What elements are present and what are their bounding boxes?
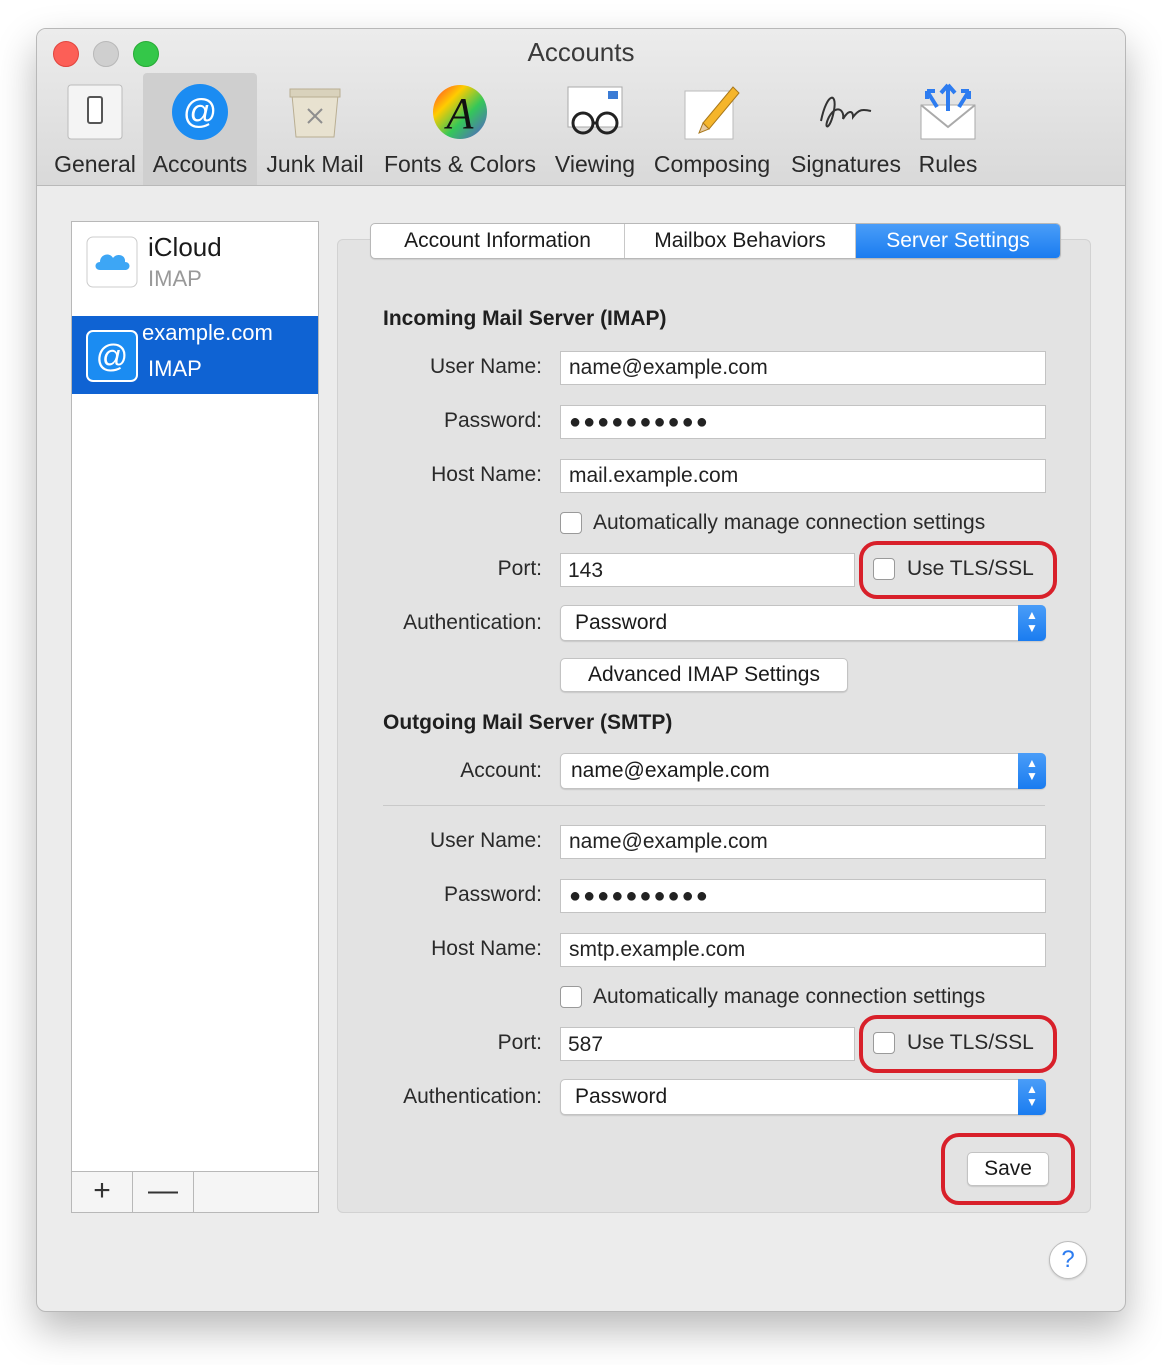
envelope-arrows-icon [917,81,979,143]
outgoing-tls-checkbox[interactable] [873,1032,895,1054]
outgoing-auth-label: Authentication: [403,1085,542,1108]
switch-icon [64,81,126,143]
preferences-window: Accounts General @ Accounts Junk Mail A … [36,28,1126,1312]
section-divider [383,805,1045,806]
account-name: iCloud [148,232,222,262]
incoming-authentication-select[interactable]: Password ▲ ▼ [560,605,1046,641]
chevron-updown-icon: ▲ ▼ [1018,753,1046,789]
outgoing-port-label: Port: [497,1031,542,1054]
svg-text:@: @ [96,338,128,374]
incoming-tls-checkbox[interactable] [873,558,895,580]
incoming-port-field[interactable]: 143 [560,553,855,587]
at-icon: @ [86,330,138,387]
tab-mailbox-behaviors[interactable]: Mailbox Behaviors [625,224,856,258]
toolbar-item-junk-mail[interactable]: Junk Mail [263,73,367,185]
chevron-updown-icon: ▲ ▼ [1018,605,1046,641]
outgoing-tls-label: Use TLS/SSL [907,1031,1034,1054]
outgoing-password-field[interactable]: ●●●●●●●●●● [560,879,1046,913]
window-title: Accounts [527,37,635,67]
at-icon: @ [169,81,231,143]
account-type: IMAP [148,356,202,381]
incoming-user-name-field[interactable]: name@example.com [560,351,1046,385]
outgoing-auto-manage-label: Automatically manage connection settings [593,985,986,1008]
add-account-button[interactable]: + [72,1172,133,1212]
remove-account-button[interactable]: — [133,1172,194,1212]
toolbar-item-rules[interactable]: Rules [915,73,981,185]
trash-icon [284,81,346,143]
cloud-icon [86,236,138,293]
account-item-example[interactable]: @ example.com IMAP [72,316,318,394]
incoming-password-label: Password: [443,409,542,432]
outgoing-account-select[interactable]: name@example.com ▲ ▼ [560,753,1046,789]
outgoing-port-field[interactable]: 587 [560,1027,855,1061]
tab-server-settings[interactable]: Server Settings [856,224,1060,258]
font-icon: A [429,81,491,143]
outgoing-user-name-field[interactable]: name@example.com [560,825,1046,859]
outgoing-user-label: User Name: [429,829,542,852]
incoming-user-label: User Name: [429,355,542,378]
outgoing-account-label: Account: [460,759,542,782]
advanced-imap-settings-button[interactable]: Advanced IMAP Settings [560,658,848,692]
outgoing-host-label: Host Name: [431,937,542,960]
outgoing-authentication-select[interactable]: Password ▲ ▼ [560,1079,1046,1115]
tab-account-information[interactable]: Account Information [371,224,625,258]
toolbar-item-composing[interactable]: Composing [651,73,773,185]
account-list-controls: + — [72,1171,318,1212]
toolbar-item-fonts-colors[interactable]: A Fonts & Colors [379,73,541,185]
toolbar-item-accounts[interactable]: @ Accounts [143,73,257,185]
incoming-password-field[interactable]: ●●●●●●●●●● [560,405,1046,439]
incoming-auto-manage-label: Automatically manage connection settings [593,511,986,534]
incoming-port-label: Port: [497,557,542,580]
chevron-updown-icon: ▲ ▼ [1018,1079,1046,1115]
svg-text:@: @ [183,93,218,131]
signature-icon [815,81,877,143]
outgoing-password-label: Password: [443,883,542,906]
help-button[interactable]: ? [1049,1241,1087,1279]
pencil-icon [681,81,743,143]
outgoing-section-title: Outgoing Mail Server (SMTP) [383,711,673,734]
incoming-auto-manage-checkbox[interactable] [560,512,582,534]
outgoing-host-name-field[interactable]: smtp.example.com [560,933,1046,967]
save-button[interactable]: Save [967,1152,1049,1186]
account-item-icloud[interactable]: iCloud IMAP [72,222,318,300]
account-list: iCloud IMAP @ example.com IMAP + — [71,221,319,1213]
toolbar-item-viewing[interactable]: Viewing [549,73,641,185]
account-name: example.com [142,320,273,345]
outgoing-auto-manage-checkbox[interactable] [560,986,582,1008]
incoming-section-title: Incoming Mail Server (IMAP) [383,307,667,330]
toolbar-item-general[interactable]: General [51,73,139,185]
glasses-icon [564,81,626,143]
account-type: IMAP [148,266,202,291]
svg-text:A: A [444,89,475,138]
incoming-host-name-field[interactable]: mail.example.com [560,459,1046,493]
toolbar: Accounts General @ Accounts Junk Mail A … [37,29,1125,186]
incoming-auth-label: Authentication: [403,611,542,634]
incoming-tls-label: Use TLS/SSL [907,557,1034,580]
incoming-host-label: Host Name: [431,463,542,486]
toolbar-item-signatures[interactable]: Signatures [787,73,905,185]
tab-bar: Account Information Mailbox Behaviors Se… [370,223,1061,259]
